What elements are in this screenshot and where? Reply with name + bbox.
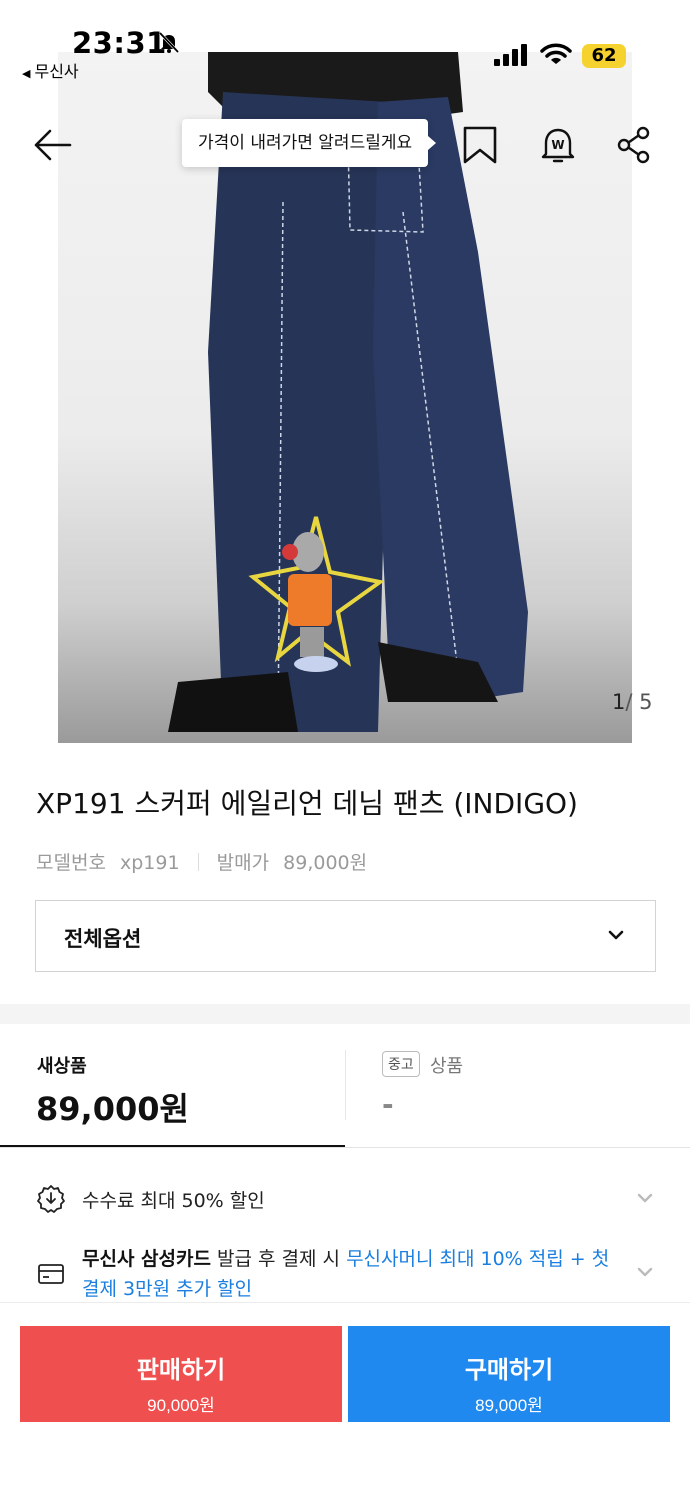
card-benefit-row[interactable]: 무신사 삼성카드 발급 후 결제 시 무신사머니 최대 10% 적립 + 첫 결… bbox=[36, 1238, 656, 1302]
tabs-bottom-divider bbox=[0, 1147, 690, 1148]
image-counter: 1/ 5 bbox=[612, 690, 653, 714]
product-meta: 모델번호 xp191 발매가 89,000원 bbox=[36, 848, 367, 875]
fee-discount-text: 수수료 최대 50% 할인 bbox=[82, 1190, 265, 1212]
product-title: XP191 스커퍼 에일리언 데님 팬츠 (INDIGO) bbox=[36, 787, 578, 820]
new-product-price: 89,000원 bbox=[36, 1090, 189, 1128]
back-triangle-icon: ◀ bbox=[22, 67, 31, 80]
buy-button[interactable]: 구매하기 89,000원 bbox=[348, 1326, 670, 1422]
fee-discount-row[interactable]: 수수료 최대 50% 할인 bbox=[36, 1180, 656, 1220]
price-alert-icon[interactable]: W bbox=[538, 124, 578, 166]
price-alert-tooltip: 가격이 내려가면 알려드릴게요 bbox=[182, 119, 437, 167]
discount-badge-icon bbox=[37, 1185, 65, 1213]
used-product-label: 상품 bbox=[430, 1056, 464, 1077]
chevron-down-icon bbox=[608, 930, 624, 940]
back-arrow-icon[interactable] bbox=[32, 124, 74, 166]
status-bar: 23:31 ◀ 무신사 62 bbox=[0, 0, 690, 84]
share-icon[interactable] bbox=[614, 124, 654, 166]
product-image-gallery[interactable]: 1/ 5 bbox=[0, 0, 690, 743]
bookmark-icon[interactable] bbox=[460, 124, 500, 166]
new-product-label: 새상품 bbox=[37, 1056, 87, 1077]
svg-text:W: W bbox=[551, 138, 564, 152]
chevron-down-icon bbox=[637, 1193, 653, 1203]
back-to-app-link[interactable]: ◀ 무신사 bbox=[22, 58, 79, 82]
section-divider bbox=[0, 1004, 690, 1024]
credit-card-icon bbox=[38, 1264, 64, 1284]
wifi-icon bbox=[540, 43, 572, 64]
release-label: 발매가 bbox=[216, 852, 270, 874]
tab-used-product[interactable]: 중고 상품 - bbox=[346, 1024, 690, 1147]
buy-button-label: 구매하기 bbox=[464, 1357, 554, 1384]
card-name: 무신사 삼성카드 bbox=[82, 1248, 211, 1270]
used-chip: 중고 bbox=[382, 1051, 420, 1077]
buy-button-price: 89,000원 bbox=[475, 1396, 543, 1415]
tab-new-product[interactable]: 새상품 89,000원 bbox=[0, 1024, 345, 1148]
sell-button-price: 90,000원 bbox=[147, 1396, 215, 1415]
used-product-price: - bbox=[382, 1088, 394, 1121]
option-select-label: 전체옵션 bbox=[64, 927, 142, 951]
sell-button[interactable]: 판매하기 90,000원 bbox=[20, 1326, 342, 1422]
chevron-down-icon bbox=[637, 1267, 653, 1277]
model-value: xp191 bbox=[119, 852, 180, 874]
option-select[interactable]: 전체옵션 bbox=[35, 900, 656, 972]
status-time: 23:31 bbox=[72, 26, 167, 60]
sell-button-label: 판매하기 bbox=[136, 1357, 226, 1384]
release-value: 89,000원 bbox=[283, 852, 368, 874]
card-condition: 발급 후 결제 시 bbox=[210, 1248, 347, 1270]
meta-divider bbox=[197, 853, 199, 871]
battery-indicator: 62 bbox=[582, 44, 626, 68]
bottom-action-bar: 판매하기 90,000원 구매하기 89,000원 bbox=[0, 1302, 690, 1500]
card-benefit-text: 무신사 삼성카드 발급 후 결제 시 무신사머니 최대 10% 적립 + 첫 결… bbox=[82, 1244, 622, 1304]
bell-off-icon bbox=[158, 31, 180, 54]
signal-icon bbox=[494, 44, 527, 66]
model-label: 모델번호 bbox=[36, 852, 106, 874]
